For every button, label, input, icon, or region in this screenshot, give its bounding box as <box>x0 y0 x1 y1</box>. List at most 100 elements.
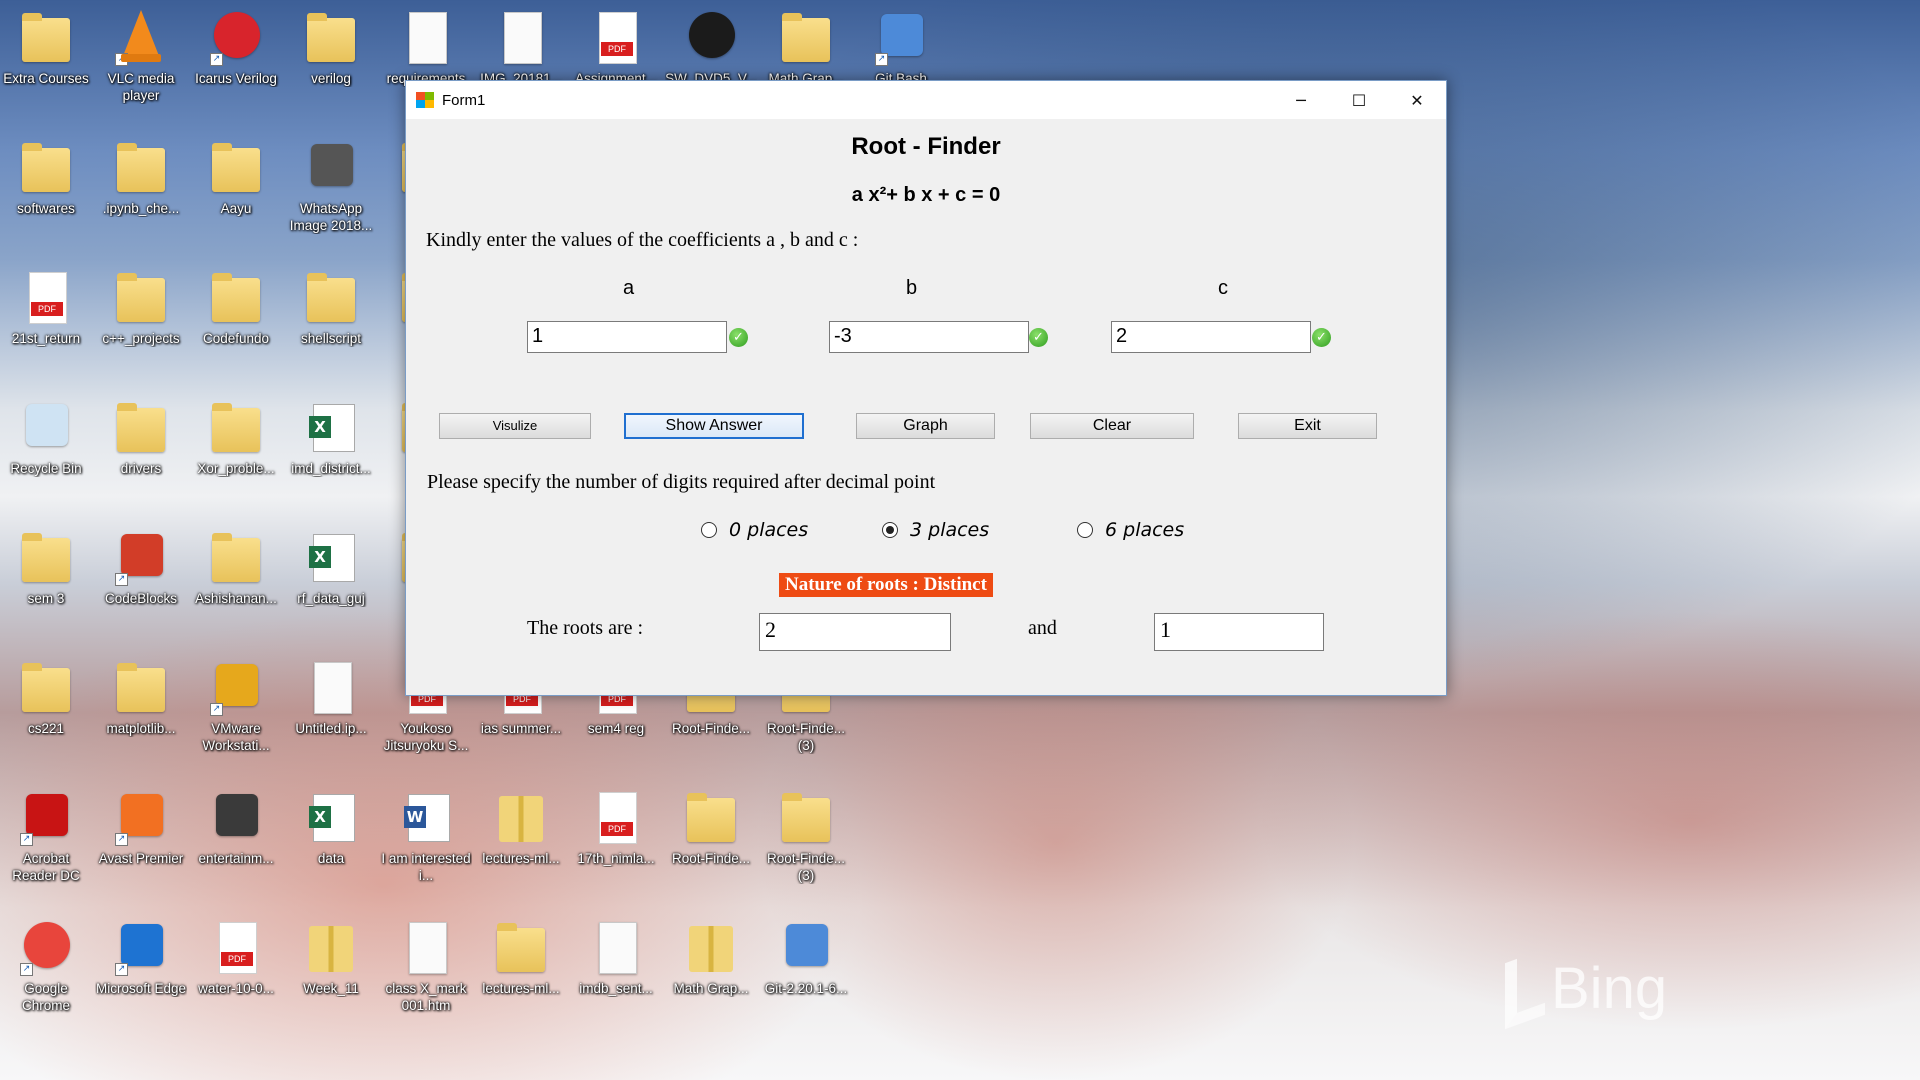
doc-icon <box>303 658 359 718</box>
desktop-icon[interactable]: Root-Finde... <box>665 788 757 908</box>
desktop-icon[interactable]: 21st_return <box>0 268 92 388</box>
circle-icon: ↗ <box>208 8 264 68</box>
desktop-icon[interactable]: Extra Courses <box>0 8 92 128</box>
desktop-icon[interactable]: imdb_sent... <box>570 918 662 1038</box>
desktop-icon[interactable]: Recycle Bin <box>0 398 92 518</box>
title-bar[interactable]: Form1 ─ ☐ ✕ <box>406 81 1446 119</box>
graph-button[interactable]: Graph <box>856 413 995 439</box>
desktop-icon[interactable]: Math Grap... <box>665 918 757 1038</box>
coef-c-input[interactable]: 2 <box>1111 321 1311 353</box>
desktop-icon[interactable]: Git-2.20.1-6... <box>760 918 852 1038</box>
desktop-icon[interactable]: Ashishanan... <box>190 528 282 648</box>
desktop-icon[interactable]: class X_mark 001.htm <box>380 918 472 1038</box>
a-valid-check-icon: ✓ <box>729 328 748 347</box>
zip-icon <box>303 918 359 978</box>
window-controls: ─ ☐ ✕ <box>1272 81 1446 119</box>
desktop-icon-label: lectures-ml... <box>482 981 560 996</box>
clear-button[interactable]: Clear <box>1030 413 1194 439</box>
desktop-icon[interactable]: c++_projects <box>95 268 187 388</box>
folder-icon <box>18 8 74 68</box>
desktop-icon-label: Icarus Verilog <box>195 71 277 86</box>
desktop-icon-label: I am interested i... <box>381 851 471 883</box>
shortcut-arrow-icon: ↗ <box>115 573 128 586</box>
desktop-icon[interactable]: imd_district... <box>285 398 377 518</box>
folder-icon <box>18 658 74 718</box>
roots-label: The roots are : <box>527 617 644 639</box>
quadratic-equation: a x²+ b x + c = 0 <box>851 184 1001 206</box>
shortcut-arrow-icon: ↗ <box>20 963 33 976</box>
desktop-icon[interactable]: Root-Finde... (3) <box>760 788 852 908</box>
desktop-icon[interactable]: matplotlib... <box>95 658 187 778</box>
desktop-icon-label: Git-2.20.1-6... <box>764 981 848 996</box>
desktop-icon[interactable]: cs221 <box>0 658 92 778</box>
desktop-icon[interactable]: rf_data_guj <box>285 528 377 648</box>
desktop-icon[interactable]: ↗ Google Chrome <box>0 918 92 1038</box>
desktop-icon[interactable]: ↗ VMware Workstati... <box>190 658 282 778</box>
folder-icon <box>113 398 169 458</box>
desktop-icon-label: Avast Premier <box>98 851 184 866</box>
shortcut-arrow-icon: ↗ <box>210 703 223 716</box>
desktop-icon[interactable]: ↗ Acrobat Reader DC <box>0 788 92 908</box>
radio-0-places-dot[interactable] <box>701 522 717 538</box>
desktop-icon-label: Microsoft Edge <box>95 981 187 996</box>
desktop-icon[interactable]: 17th_nimla... <box>570 788 662 908</box>
desktop-icon-label: Root-Finde... <box>671 721 751 736</box>
exit-button[interactable]: Exit <box>1238 413 1377 439</box>
form1-window: Form1 ─ ☐ ✕ Root - Finder a x²+ b x + c … <box>405 80 1447 696</box>
radio-6-places[interactable]: 6 places <box>1077 519 1184 541</box>
radio-6-places-dot[interactable] <box>1077 522 1093 538</box>
radio-0-places[interactable]: 0 places <box>701 519 808 541</box>
desktop-icon-label: data <box>317 851 345 866</box>
desktop-icon[interactable]: data <box>285 788 377 908</box>
radio-3-places[interactable]: 3 places <box>882 519 989 541</box>
desktop-icon[interactable]: drivers <box>95 398 187 518</box>
desktop-icon-label: Codefundo <box>202 331 270 346</box>
desktop-icon[interactable]: WhatsApp Image 2018... <box>285 138 377 258</box>
folder-icon <box>683 788 739 848</box>
desktop-icon[interactable]: shellscript <box>285 268 377 388</box>
desktop-icon-label: sem 3 <box>27 591 65 606</box>
maximize-button[interactable]: ☐ <box>1330 81 1388 119</box>
shortcut-arrow-icon: ↗ <box>210 53 223 66</box>
desktop-icon-label: lectures-ml... <box>482 851 560 866</box>
bing-watermark-text: Bing <box>1551 956 1668 1021</box>
shortcut-arrow-icon: ↗ <box>875 53 888 66</box>
folder-icon <box>208 528 264 588</box>
desktop-icon[interactable]: lectures-ml... <box>475 788 567 908</box>
desktop-icon[interactable]: Aayu <box>190 138 282 258</box>
desktop-icon[interactable]: ↗ CodeBlocks <box>95 528 187 648</box>
desktop-icon[interactable]: softwares <box>0 138 92 258</box>
desktop-icon[interactable]: I am interested i... <box>380 788 472 908</box>
minimize-button[interactable]: ─ <box>1272 81 1330 119</box>
root1-output[interactable]: 2 <box>759 613 951 651</box>
desktop-icon[interactable]: Week_11 <box>285 918 377 1038</box>
close-button[interactable]: ✕ <box>1388 81 1446 119</box>
coef-b-label: b <box>906 277 918 299</box>
app-icon <box>303 138 359 198</box>
radio-3-places-dot[interactable] <box>882 522 898 538</box>
excel-icon <box>303 528 359 588</box>
coef-a-input[interactable]: 1 <box>527 321 727 353</box>
desktop-icon[interactable]: .ipynb_che... <box>95 138 187 258</box>
desktop-icon-label: 17th_nimla... <box>577 851 655 866</box>
desktop-icon[interactable]: Xor_proble... <box>190 398 282 518</box>
visualize-button[interactable]: Visulize <box>439 413 591 439</box>
desktop-icon[interactable]: ↗ VLC media player <box>95 8 187 128</box>
desktop-icon[interactable]: ↗ Icarus Verilog <box>190 8 282 128</box>
desktop-icon[interactable]: Codefundo <box>190 268 282 388</box>
desktop-icon[interactable]: sem 3 <box>0 528 92 648</box>
desktop-icon[interactable]: water-10-0... <box>190 918 282 1038</box>
desktop-icon[interactable]: verilog <box>285 8 377 128</box>
coef-b-input[interactable]: -3 <box>829 321 1029 353</box>
desktop-icon-label: Google Chrome <box>21 981 70 1013</box>
desktop-icon-label: water-10-0... <box>198 981 274 996</box>
root2-output[interactable]: 1 <box>1154 613 1324 651</box>
desktop-icon[interactable]: Untitled.ip... <box>285 658 377 778</box>
desktop-icon[interactable]: ↗ Microsoft Edge <box>95 918 187 1038</box>
desktop-icon-label: CodeBlocks <box>104 591 178 606</box>
coef-a-label: a <box>623 277 635 299</box>
desktop-icon[interactable]: lectures-ml... <box>475 918 567 1038</box>
desktop-icon[interactable]: entertainm... <box>190 788 282 908</box>
desktop-icon[interactable]: ↗ Avast Premier <box>95 788 187 908</box>
show-answer-button[interactable]: Show Answer <box>624 413 804 439</box>
